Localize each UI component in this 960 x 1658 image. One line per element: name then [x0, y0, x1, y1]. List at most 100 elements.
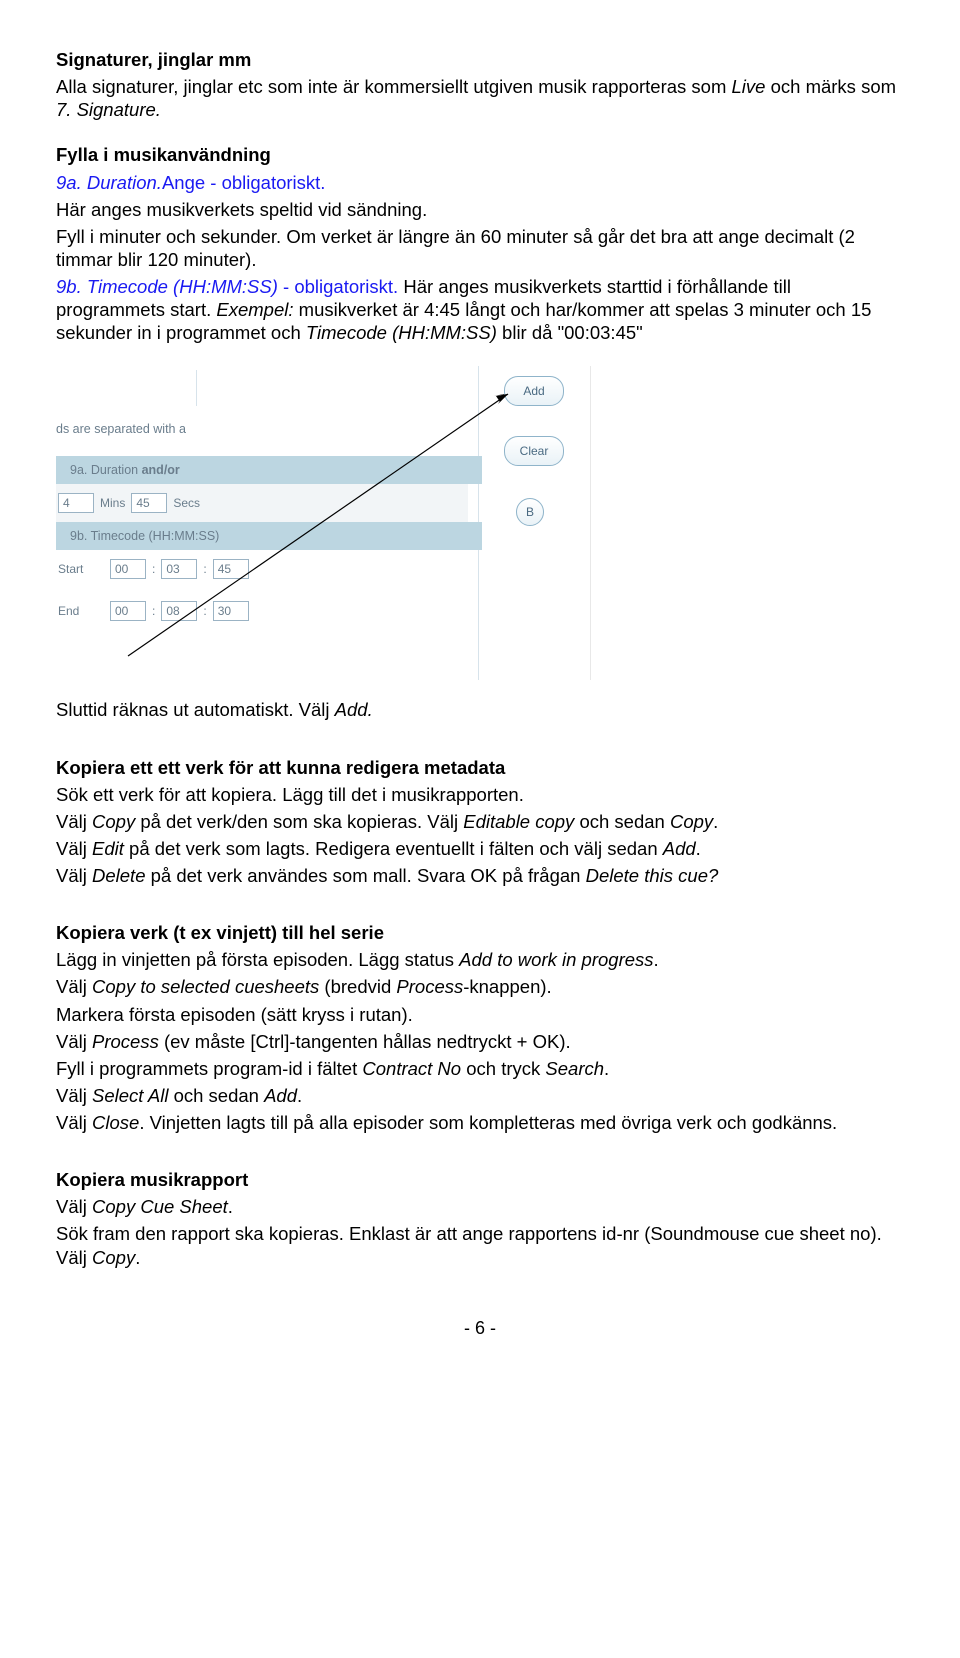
start-mm-input[interactable]: [161, 559, 197, 579]
text: .: [654, 949, 659, 970]
end-ss-input[interactable]: [213, 601, 249, 621]
text-italic: Edit: [92, 838, 124, 859]
text: Välj: [56, 1031, 92, 1052]
line: Fyll i programmets program-id i fältet C…: [56, 1057, 904, 1080]
para-sluttid: Sluttid räknas ut automatiskt. Välj Add.: [56, 698, 904, 721]
heading: Kopiera musikrapport: [56, 1168, 904, 1191]
clear-button[interactable]: Clear: [504, 436, 564, 466]
text-italic: Select All: [92, 1085, 168, 1106]
button-label: Add: [523, 384, 544, 399]
text-italic: Copy: [92, 1247, 135, 1268]
text-italic: Contract No: [362, 1058, 461, 1079]
text: Välj: [56, 1085, 92, 1106]
text-italic: Process: [396, 976, 463, 997]
text: Alla signaturer, jinglar etc som inte är…: [56, 76, 732, 97]
code-9b: 9b. Timecode (HH:MM:SS): [56, 276, 278, 297]
section-bar-9a: 9a. Duration and/or: [56, 456, 482, 484]
text: Ange - obligatoriskt.: [162, 172, 326, 193]
start-hh-input[interactable]: [110, 559, 146, 579]
text: . Vinjetten lagts till på alla episoder …: [139, 1112, 837, 1133]
text: och sedan: [574, 811, 670, 832]
mins-label: Mins: [100, 496, 125, 511]
text: och tryck: [461, 1058, 545, 1079]
heading-signaturer: Signaturer, jinglar mm: [56, 48, 904, 71]
section-copy-report: Kopiera musikrapport Välj Copy Cue Sheet…: [56, 1168, 904, 1269]
b-button[interactable]: B: [516, 498, 544, 526]
section-bar-9b: 9b. Timecode (HH:MM:SS): [56, 522, 482, 550]
colon: :: [152, 562, 155, 577]
text-italic: Add: [663, 838, 696, 859]
text: Fyll i programmets program-id i fältet: [56, 1058, 362, 1079]
text: på det verk som lagts. Redigera eventuel…: [124, 838, 663, 859]
end-row: End : :: [56, 588, 468, 634]
start-ss-input[interactable]: [213, 559, 249, 579]
line: Välj Edit på det verk som lagts. Rediger…: [56, 837, 904, 860]
text-italic: Add: [264, 1085, 297, 1106]
label: 9a. Duration: [70, 463, 138, 479]
text-italic: Delete this cue?: [586, 865, 719, 886]
secs-input[interactable]: [131, 493, 167, 513]
text: på det verk/den som ska kopieras. Välj: [135, 811, 463, 832]
section-copy-one: Kopiera ett ett verk för att kunna redig…: [56, 756, 904, 888]
line: Välj Copy to selected cuesheets (bredvid…: [56, 975, 904, 998]
text: Välj: [56, 838, 92, 859]
text-italic: Copy: [670, 811, 713, 832]
text: -knappen).: [463, 976, 551, 997]
start-row: Start : :: [56, 550, 468, 588]
text: blir då "00:03:45": [497, 322, 643, 343]
line-9a: 9a. Duration.Ange - obligatoriskt.: [56, 171, 904, 194]
form-panel: ds are separated with a 9a. Duration and…: [56, 366, 591, 680]
text: .: [696, 838, 701, 859]
code-9a: 9a. Duration.: [56, 172, 162, 193]
end-label: End: [58, 604, 104, 619]
text-italic: Editable copy: [463, 811, 574, 832]
text: Sök fram den rapport ska kopieras. Enkla…: [56, 1223, 882, 1267]
text-italic: Copy: [92, 811, 135, 832]
section-copy-series: Kopiera verk (t ex vinjett) till hel ser…: [56, 921, 904, 1134]
text-italic: Close: [92, 1112, 139, 1133]
heading: Kopiera ett ett verk för att kunna redig…: [56, 756, 904, 779]
form-screenshot: ds are separated with a 9a. Duration and…: [56, 366, 590, 680]
text: Välj: [56, 865, 92, 886]
text: och sedan: [168, 1085, 264, 1106]
text: .: [713, 811, 718, 832]
divider: [196, 370, 197, 406]
text-italic: Exempel:: [216, 299, 293, 320]
start-label: Start: [58, 562, 104, 577]
para-9b: 9b. Timecode (HH:MM:SS) - obligatoriskt.…: [56, 275, 904, 344]
text: Här anges musikverkets speltid vid sändn…: [56, 198, 904, 221]
heading-fylla: Fylla i musikanvändning: [56, 143, 904, 166]
text-italic: Copy to selected cuesheets: [92, 976, 319, 997]
line: Sök fram den rapport ska kopieras. Enkla…: [56, 1222, 904, 1268]
colon: :: [203, 604, 206, 619]
truncated-text: ds are separated with a: [56, 422, 186, 438]
label: 9b. Timecode (HH:MM:SS): [70, 529, 219, 545]
text: Välj: [56, 811, 92, 832]
text: .: [604, 1058, 609, 1079]
mins-input[interactable]: [58, 493, 94, 513]
page-number: - 6 -: [56, 1317, 904, 1340]
line: Välj Close. Vinjetten lagts till på alla…: [56, 1111, 904, 1134]
text: Lägg in vinjetten på första episoden. Lä…: [56, 949, 459, 970]
text: Välj: [56, 976, 92, 997]
text: - obligatoriskt.: [278, 276, 398, 297]
text: Välj: [56, 1112, 92, 1133]
text: Fyll i minuter och sekunder. Om verket ä…: [56, 225, 904, 271]
add-button[interactable]: Add: [504, 376, 564, 406]
line: Välj Delete på det verk användes som mal…: [56, 864, 904, 887]
text: (bredvid: [319, 976, 396, 997]
text-italic: 7. Signature.: [56, 99, 161, 120]
text: Sök ett verk för att kopiera. Lägg till …: [56, 783, 904, 806]
text: .: [135, 1247, 140, 1268]
text: Välj: [56, 1196, 92, 1217]
text: Sluttid räknas ut automatiskt. Välj: [56, 699, 335, 720]
button-label: Clear: [520, 444, 549, 459]
end-mm-input[interactable]: [161, 601, 197, 621]
colon: :: [203, 562, 206, 577]
text: (ev måste [Ctrl]-tangenten hållas nedtry…: [159, 1031, 571, 1052]
label-bold: and/or: [142, 463, 180, 479]
top-blank: [56, 366, 468, 418]
text-italic: Add to work in progress: [459, 949, 653, 970]
end-hh-input[interactable]: [110, 601, 146, 621]
duration-row: Mins Secs: [56, 484, 468, 522]
